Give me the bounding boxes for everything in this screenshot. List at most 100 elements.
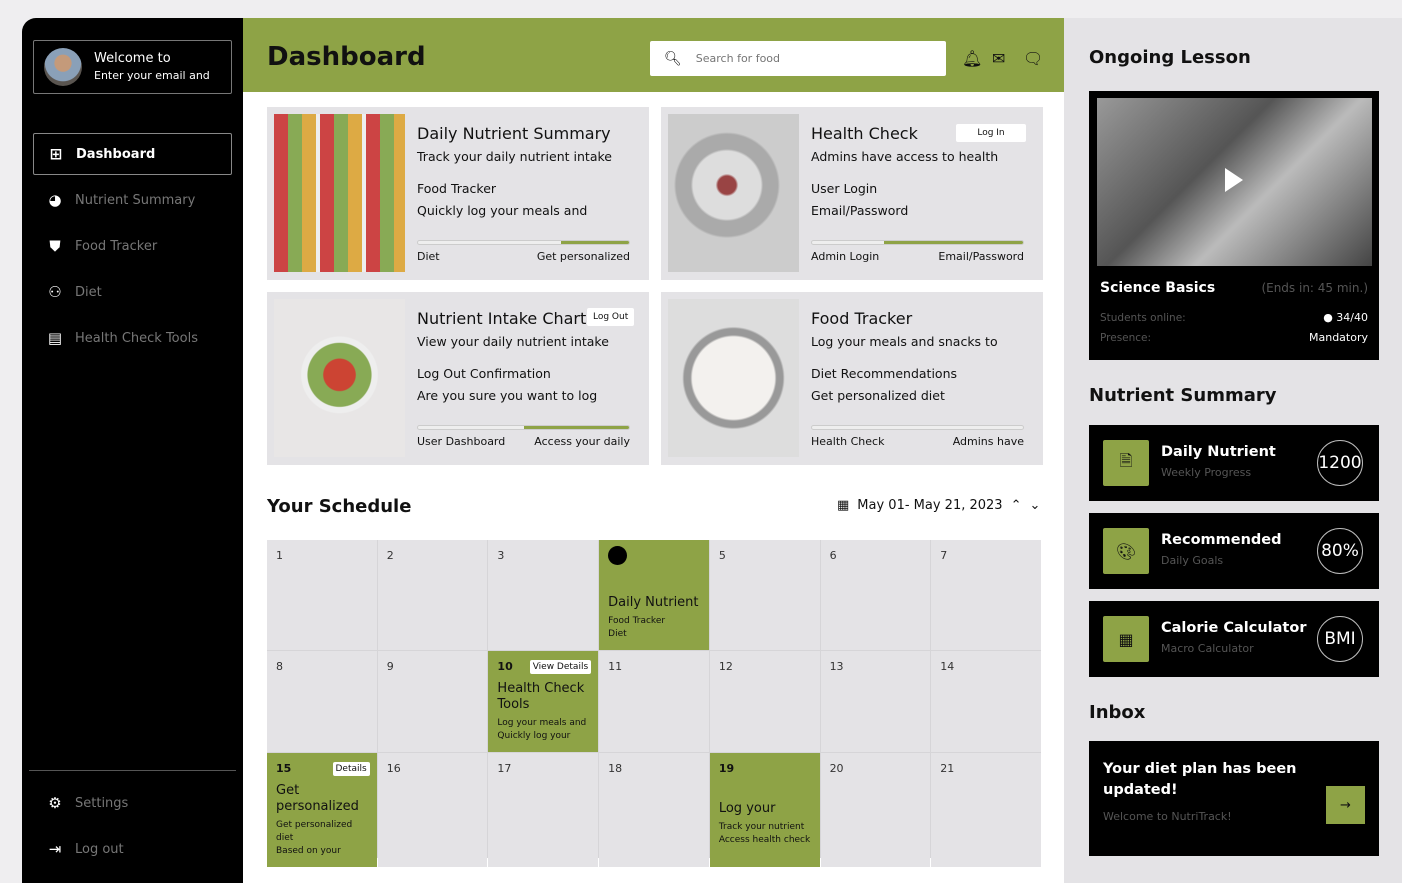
lesson-name: Science Basics [1100,280,1216,296]
card-text: Track your daily nutrient intake [417,149,612,164]
event-dot-icon [608,546,628,565]
nutrient-card-daily[interactable]: 🗎︎ Daily Nutrient Weekly Progress 1200 [1089,425,1379,501]
calendar-day-cell[interactable]: 16 [377,753,488,867]
profile-card[interactable]: Welcome to Enter your email and [33,40,232,94]
card-daily-nutrient-summary[interactable]: Daily Nutrient Summary Track your daily … [267,107,649,280]
lesson-video[interactable] [1097,98,1372,266]
chat-icon[interactable]: 🗨︎ [1023,49,1043,68]
calendar-day-cell[interactable]: 21 [931,753,1041,867]
nutrient-card-calorie[interactable]: ▦ Calorie Calculator Macro Calculator BM… [1089,601,1379,677]
calendar-day-cell[interactable]: 1 [267,540,377,650]
sidebar-item-label: Food Tracker [75,238,158,254]
right-panel: Ongoing Lesson Science Basics (Ends in: … [1064,18,1402,883]
chevron-up-icon[interactable]: ⌃ [1011,498,1022,513]
progress-fill [523,426,629,429]
shield-lock-icon: ⛊ [49,237,61,255]
sidebar: Welcome to Enter your email and ⊞ Dashboa… [22,18,243,883]
search-box[interactable]: 🔍︎ [650,41,946,76]
card-text: Email/Password [811,203,909,218]
progress-bar [417,425,630,430]
event-detail-line: Quickly log your [497,731,571,741]
arrow-right-button[interactable]: → [1326,786,1365,824]
progress-bar [417,240,630,245]
search-input[interactable] [695,52,926,65]
logout-link[interactable]: ⇥ Log out [33,828,232,870]
calendar-day-cell[interactable]: 14 [931,651,1041,752]
calendar-day-cell[interactable]: 11 [599,651,709,752]
sidebar-item-diet[interactable]: ⚇ Diet [33,271,232,313]
nutrient-card-recommended[interactable]: 🎨︎ Recommended Daily Goals 80% [1089,513,1379,589]
day-number: 1 [276,549,283,562]
calendar-day-cell[interactable]: 13 [820,651,931,752]
card-title: Health Check [811,124,918,143]
calendar-day-cell[interactable]: 7 [931,540,1041,650]
inbox-message[interactable]: Your diet plan has been updated! Welcome… [1089,741,1379,856]
lesson-card[interactable]: Science Basics (Ends in: 45 min.) Studen… [1089,91,1379,360]
card-food-tracker[interactable]: Food Tracker Log your meals and snacks t… [661,292,1043,465]
card-title: Nutrient Intake Chart [417,309,587,328]
logout-button[interactable]: Log Out [587,308,635,326]
nutrient-card-title: Calorie Calculator [1161,620,1307,636]
event-detail-line: Log your meals and [497,718,587,728]
card-nutrient-intake-chart[interactable]: Nutrient Intake Chart Log Out View your … [267,292,649,465]
presence-label: Presence: [1100,332,1152,344]
day-number: 19 [718,762,735,775]
inbox-title: Inbox [1089,702,1146,723]
calendar-day-cell[interactable]: 18 [599,753,709,867]
bar-label-right: Email/Password [938,250,1024,263]
calendar-event-cell[interactable]: 10 View Details Health Check Tools Log your… [488,651,599,752]
sidebar-item-nutrient-summary[interactable]: ◕ Nutrient Summary [33,179,232,221]
calendar-day-cell[interactable]: 3 [488,540,599,650]
calendar-day-cell[interactable]: 9 [377,651,488,752]
card-text: View your daily nutrient intake [417,334,609,349]
event-detail: Get personalized diet Based on your [276,819,368,858]
header: Dashboard 🔍︎ 🔔︎ ✉ 🗨︎ [243,18,1064,92]
day-number: 18 [608,762,623,775]
calendar-day-cell[interactable]: 5 [709,540,820,650]
calendar-day-cell[interactable]: 8 [267,651,377,752]
card-text: Admins have access to health [811,149,999,164]
day-number: 17 [497,762,512,775]
calendar-event-cell[interactable]: 15View DetailsGet personalizedGet person… [267,753,377,867]
divider [29,770,236,771]
sidebar-item-food-tracker[interactable]: ⛊ Food Tracker [33,225,232,267]
progress-fill [883,241,1023,244]
login-button[interactable]: Log In [956,124,1026,142]
view-details-button[interactable]: View Details [529,660,592,674]
mail-icon[interactable]: ✉ [992,49,1005,68]
bar-label-right: Admins have [952,435,1024,448]
card-title: Food Tracker [811,309,913,328]
card-text: Log your meals and snacks to [811,334,998,349]
chevron-down-icon[interactable]: ⌄ [1029,498,1040,513]
day-number: 11 [608,660,623,673]
event-detail-line: Based on your [276,846,341,856]
play-icon[interactable] [1225,168,1243,192]
event-title: Daily Nutrient [608,595,699,610]
calendar-event-cell[interactable]: 19 Log your Track your nutrient Access heal… [709,753,820,867]
sidebar-item-label: Diet [75,284,102,300]
card-health-check[interactable]: Health Check Log In Admins have access t… [661,107,1043,280]
presence-value: Mandatory [1308,331,1368,344]
calendar-day-cell[interactable]: 6 [820,540,931,650]
settings-link[interactable]: ⚙ Settings [33,782,232,824]
arrow-right-icon: → [1340,797,1351,813]
day-number: 16 [386,762,401,775]
ongoing-lesson-title: Ongoing Lesson [1089,47,1251,68]
bell-icon[interactable]: 🔔︎ [962,49,982,68]
bar-label-left: User Dashboard [417,435,506,448]
sidebar-item-dashboard[interactable]: ⊞ Dashboard [33,133,232,175]
lesson-ends: (Ends in: 45 min.) [1261,281,1368,295]
main-content: Daily Nutrient Summary Track your daily … [243,92,1064,883]
calendar-event-cell[interactable]: Daily Nutrient Food Tracker Diet [599,540,709,650]
calendar-day-cell[interactable]: 17 [488,753,599,867]
sidebar-item-label: Dashboard [76,146,156,162]
students-label: Students online: [1100,312,1186,324]
clipboard-icon: ▤ [47,329,63,347]
calendar-day-cell[interactable]: 20 [820,753,931,867]
event-title: Health Check Tools [497,681,585,712]
calendar-day-cell[interactable]: 2 [377,540,488,650]
plate-image [668,299,799,457]
sidebar-item-health-check-tools[interactable]: ▤ Health Check Tools [33,317,232,359]
calendar-day-cell[interactable]: 12 [709,651,820,752]
view-details-button[interactable]: View Details [332,762,370,776]
